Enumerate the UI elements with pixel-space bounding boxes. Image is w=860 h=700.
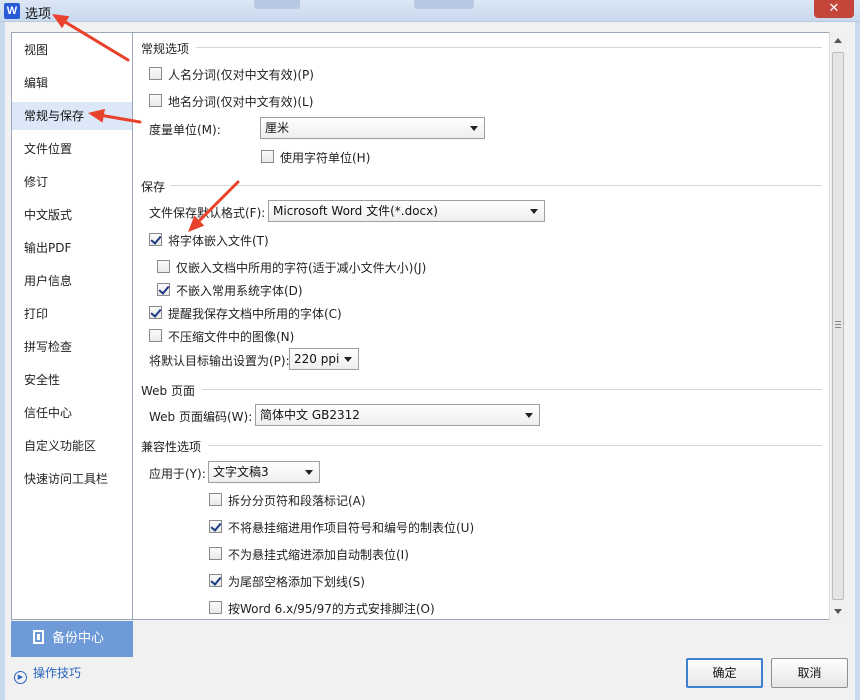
section-title-general: 常规选项 xyxy=(141,42,190,56)
place-split-label: 地名分词(仅对中文有效)(L) xyxy=(168,95,314,109)
compat-option-label: 不为悬挂式缩进添加自动制表位(I) xyxy=(228,548,409,562)
sidebar-item-general-save[interactable]: 常规与保存 xyxy=(12,102,132,130)
background-window-tab xyxy=(414,0,474,9)
compat-option-label: 为尾部空格添加下划线(S) xyxy=(228,575,365,589)
unit-select-value: 厘米 xyxy=(265,121,290,135)
sidebar-item-track-changes[interactable]: 修订 xyxy=(12,168,132,196)
output-select[interactable]: 220 ppi xyxy=(289,348,359,370)
close-icon[interactable]: ✕ xyxy=(814,0,854,18)
apply-to-label: 应用于(Y): xyxy=(149,467,206,481)
scroll-thumb[interactable] xyxy=(832,52,844,600)
compat-option-label: 按Word 6.x/95/97的方式安排脚注(O) xyxy=(228,602,435,616)
format-select-value: Microsoft Word 文件(*.docx) xyxy=(273,204,438,218)
format-label: 文件保存默认格式(F): xyxy=(149,206,266,220)
chevron-down-icon xyxy=(344,357,352,362)
sidebar-item-chinese-layout[interactable]: 中文版式 xyxy=(12,201,132,229)
background-window-tab xyxy=(254,0,300,9)
window-title: 选项 xyxy=(25,7,52,22)
output-select-value: 220 ppi xyxy=(294,352,340,366)
compat-option-label: 不将悬挂缩进用作项目符号和编号的制表位(U) xyxy=(228,521,475,535)
chevron-down-icon xyxy=(305,470,313,475)
encoding-select[interactable]: 简体中文 GB2312 xyxy=(255,404,540,426)
ok-button[interactable]: 确定 xyxy=(686,658,763,688)
unit-select[interactable]: 厘米 xyxy=(260,117,485,139)
sidebar-item-quick-access-toolbar[interactable]: 快速访问工具栏 xyxy=(12,465,132,493)
sidebar-item-spelling[interactable]: 拼写检查 xyxy=(12,333,132,361)
compat-option-checkbox[interactable] xyxy=(209,493,222,506)
name-split-label: 人名分词(仅对中文有效)(P) xyxy=(168,68,314,82)
chevron-down-icon xyxy=(525,413,533,418)
name-split-checkbox[interactable] xyxy=(149,67,162,80)
section-divider xyxy=(208,445,822,446)
place-split-checkbox[interactable] xyxy=(149,94,162,107)
tips-label: 操作技巧 xyxy=(33,666,82,680)
no-system-fonts-label: 不嵌入常用系统字体(D) xyxy=(176,284,303,298)
sidebar-item-view[interactable]: 视图 xyxy=(12,36,132,64)
remind-fonts-label: 提醒我保存文档中所用的字体(C) xyxy=(168,307,342,321)
title-bar: W 选项 ✕ xyxy=(0,0,860,22)
sidebar: 视图 编辑 常规与保存 文件位置 修订 中文版式 输出PDF 用户信息 打印 拼… xyxy=(11,32,133,620)
backup-icon xyxy=(33,630,44,644)
sidebar-item-export-pdf[interactable]: 输出PDF xyxy=(12,234,132,262)
encoding-label: Web 页面编码(W): xyxy=(149,410,253,424)
sidebar-item-edit[interactable]: 编辑 xyxy=(12,69,132,97)
no-system-fonts-checkbox[interactable] xyxy=(157,283,170,296)
apply-to-select[interactable]: 文字文稿3 xyxy=(208,461,320,483)
char-unit-checkbox[interactable] xyxy=(261,150,274,163)
backup-center-button[interactable]: 备份中心 xyxy=(11,621,133,657)
section-title-save: 保存 xyxy=(141,180,166,194)
unit-label: 度量单位(M): xyxy=(149,123,221,137)
compat-option-checkbox[interactable] xyxy=(209,520,222,533)
compat-option-checkbox[interactable] xyxy=(209,574,222,587)
backup-center-label: 备份中心 xyxy=(52,631,105,646)
encoding-select-value: 简体中文 GB2312 xyxy=(260,408,360,422)
section-title-compat: 兼容性选项 xyxy=(141,440,202,454)
compat-option-label: 拆分分页符和段落标记(A) xyxy=(228,494,366,508)
play-circle-icon: ▶ xyxy=(14,671,27,684)
sidebar-item-trust-center[interactable]: 信任中心 xyxy=(12,399,132,427)
section-divider xyxy=(196,47,822,48)
scroll-down-icon[interactable] xyxy=(834,609,842,614)
embed-fonts-label: 将字体嵌入文件(T) xyxy=(168,234,269,248)
compat-option-checkbox[interactable] xyxy=(209,547,222,560)
chevron-down-icon xyxy=(530,209,538,214)
output-label: 将默认目标输出设置为(P): xyxy=(149,354,290,368)
cancel-button[interactable]: 取消 xyxy=(771,658,848,688)
sidebar-item-security[interactable]: 安全性 xyxy=(12,366,132,394)
sidebar-item-customize-ribbon[interactable]: 自定义功能区 xyxy=(12,432,132,460)
sidebar-item-print[interactable]: 打印 xyxy=(12,300,132,328)
embed-used-only-label: 仅嵌入文档中所用的字符(适于减小文件大小)(J) xyxy=(176,261,427,275)
apply-to-select-value: 文字文稿3 xyxy=(213,465,269,479)
grip-icon xyxy=(835,321,841,328)
compat-option-checkbox[interactable] xyxy=(209,601,222,614)
remind-fonts-checkbox[interactable] xyxy=(149,306,162,319)
wps-writer-logo-icon: W xyxy=(4,3,20,19)
section-divider xyxy=(170,185,822,186)
char-unit-label: 使用字符单位(H) xyxy=(280,151,371,165)
section-divider xyxy=(202,389,822,390)
embed-used-only-checkbox[interactable] xyxy=(157,260,170,273)
format-select[interactable]: Microsoft Word 文件(*.docx) xyxy=(268,200,545,222)
sidebar-item-user-info[interactable]: 用户信息 xyxy=(12,267,132,295)
tips-link[interactable]: ▶ 操作技巧 xyxy=(14,664,81,684)
embed-fonts-checkbox[interactable] xyxy=(149,233,162,246)
sidebar-item-file-locations[interactable]: 文件位置 xyxy=(12,135,132,163)
vertical-scrollbar[interactable] xyxy=(829,32,846,620)
section-title-web: Web 页面 xyxy=(141,384,195,398)
scroll-up-icon[interactable] xyxy=(834,38,842,43)
chevron-down-icon xyxy=(470,126,478,131)
no-compress-label: 不压缩文件中的图像(N) xyxy=(168,330,295,344)
no-compress-checkbox[interactable] xyxy=(149,329,162,342)
